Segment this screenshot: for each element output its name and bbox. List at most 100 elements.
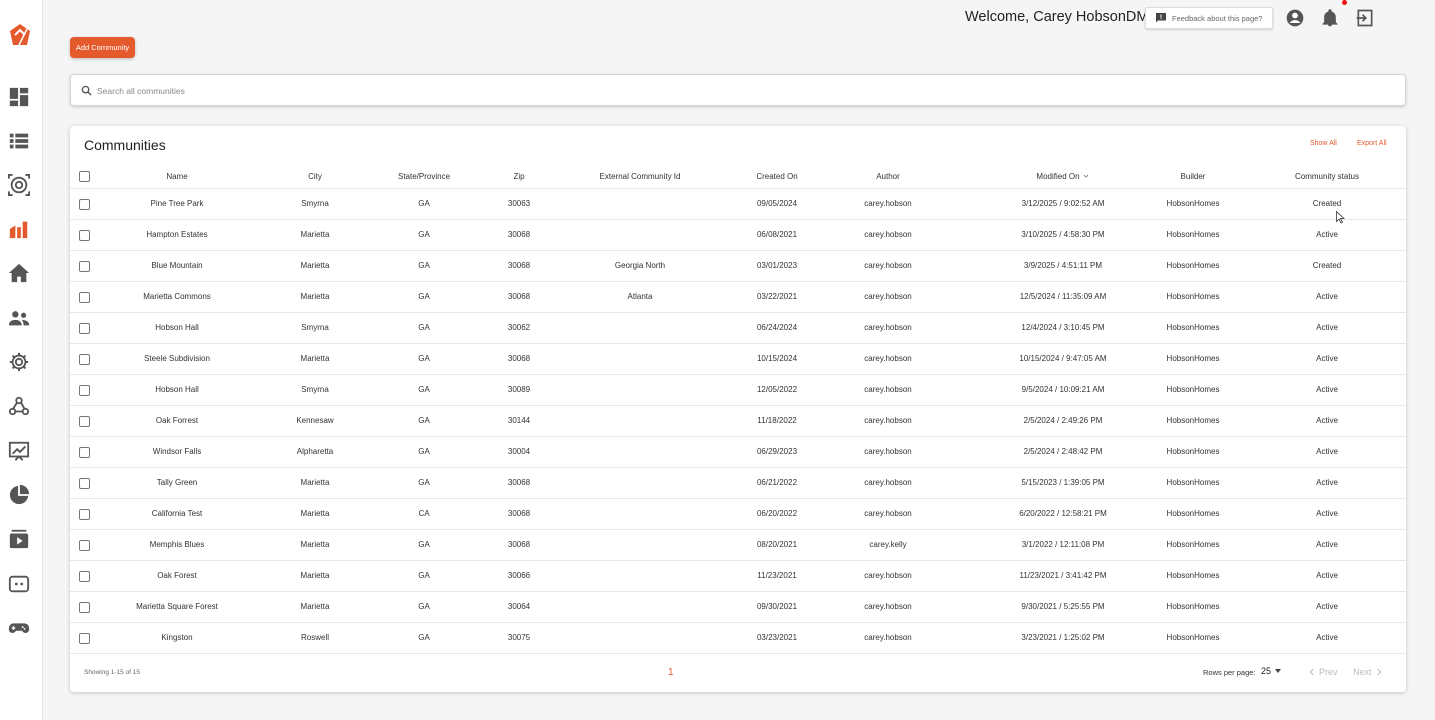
- row-checkbox[interactable]: [79, 633, 90, 644]
- column-header-label: Builder: [1180, 172, 1206, 181]
- row-checkbox[interactable]: [79, 323, 90, 334]
- notification-dot: [1342, 0, 1347, 5]
- table-row[interactable]: Pine Tree Park Smyrna GA 30063 09/05/2024 car…: [70, 188, 1406, 219]
- app-logo-icon[interactable]: [7, 21, 33, 47]
- communities-card: Communities Show All Export All Name City…: [70, 126, 1406, 692]
- row-checkbox[interactable]: [79, 571, 90, 582]
- column-header-zip[interactable]: Zip: [513, 172, 524, 181]
- feedback-button[interactable]: Feedback about this page?: [1145, 7, 1273, 29]
- column-header-status[interactable]: Community status: [1295, 172, 1359, 181]
- row-checkbox[interactable]: [79, 230, 90, 241]
- table-row[interactable]: Oak Forest Marietta GA 30066 11/23/2021 carey…: [70, 560, 1406, 591]
- cell-name: Marietta Commons: [143, 292, 211, 301]
- table-row[interactable]: Marietta Square Forest Marietta GA 30064 09/…: [70, 591, 1406, 622]
- next-page-button[interactable]: Next: [1353, 667, 1383, 677]
- row-checkbox[interactable]: [79, 199, 90, 210]
- cell-name: Hobson Hall: [155, 385, 199, 394]
- bell-icon[interactable]: [1320, 8, 1340, 28]
- column-header-author[interactable]: Author: [876, 172, 900, 181]
- show-all-link[interactable]: Show All: [1310, 140, 1337, 147]
- cell-created-on: 03/23/2021: [756, 633, 798, 642]
- select-all-checkbox[interactable]: [79, 171, 90, 182]
- column-header-modified-on[interactable]: Modified On: [1036, 172, 1089, 181]
- chat-bot-icon[interactable]: [8, 573, 30, 595]
- caret-down-icon: [1275, 669, 1282, 673]
- cell-state: GA: [418, 602, 430, 611]
- chevron-left-icon: [1309, 668, 1314, 676]
- dashboard-icon[interactable]: [8, 86, 30, 108]
- cell-city: Kennesaw: [296, 416, 334, 425]
- cell-created-on: 03/22/2021: [756, 292, 798, 301]
- row-checkbox[interactable]: [79, 540, 90, 551]
- gear-icon[interactable]: [8, 351, 30, 373]
- cell-created-on: 08/20/2021: [756, 540, 798, 549]
- cell-state: GA: [418, 354, 430, 363]
- cell-city: Marietta: [300, 230, 330, 239]
- logout-icon[interactable]: [1355, 8, 1375, 28]
- row-checkbox[interactable]: [79, 261, 90, 272]
- cell-builder: HobsonHomes: [1166, 540, 1220, 549]
- column-header-name[interactable]: Name: [166, 172, 187, 181]
- pie-chart-icon[interactable]: [8, 484, 30, 506]
- welcome-text: Welcome, Carey HobsonDM: [965, 9, 1149, 25]
- table-row[interactable]: Hobson Hall Smyrna GA 30062 06/24/2024 carey.…: [70, 312, 1406, 343]
- cell-state: GA: [418, 385, 430, 394]
- rows-per-page-select[interactable]: 25: [1261, 666, 1282, 676]
- column-header-city[interactable]: City: [308, 172, 322, 181]
- video-library-icon[interactable]: [8, 528, 30, 550]
- prev-page-button[interactable]: Prev: [1308, 667, 1338, 677]
- table-row[interactable]: Blue Mountain Marietta GA 30068 Georgia Nort…: [70, 250, 1406, 281]
- cell-zip: 30068: [507, 230, 531, 239]
- page-number-1[interactable]: 1: [668, 667, 674, 678]
- target-icon[interactable]: [8, 174, 30, 196]
- cell-city: Marietta: [300, 354, 330, 363]
- cell-zip: 30064: [507, 602, 531, 611]
- export-all-link[interactable]: Export All: [1357, 140, 1387, 147]
- cell-author: carey.hobson: [864, 292, 912, 301]
- cell-zip: 30062: [507, 323, 531, 332]
- people-icon[interactable]: [8, 307, 30, 329]
- table-row[interactable]: Tally Green Marietta GA 30068 06/21/2022 care…: [70, 467, 1406, 498]
- row-checkbox[interactable]: [79, 416, 90, 427]
- cell-status: Active: [1316, 509, 1338, 518]
- cell-author: carey.hobson: [864, 571, 912, 580]
- building-chart-icon[interactable]: [8, 218, 30, 240]
- cell-status: Active: [1316, 323, 1338, 332]
- row-checkbox[interactable]: [79, 447, 90, 458]
- table-row[interactable]: Memphis Blues Marietta GA 30068 08/20/2021 ca…: [70, 529, 1406, 560]
- column-header-builder[interactable]: Builder: [1181, 172, 1206, 181]
- sort-desc-icon: [1083, 173, 1090, 180]
- home-icon[interactable]: [8, 262, 30, 284]
- list-icon[interactable]: [8, 130, 30, 152]
- cell-external-id: Atlanta: [627, 292, 653, 301]
- row-checkbox[interactable]: [79, 354, 90, 365]
- table-row[interactable]: Marietta Commons Marietta GA 30068 Atlanta 03…: [70, 281, 1406, 312]
- row-checkbox[interactable]: [79, 509, 90, 520]
- search-input[interactable]: [97, 82, 1387, 100]
- cell-created-on: 12/05/2022: [756, 385, 798, 394]
- cell-state: GA: [418, 199, 430, 208]
- table-row[interactable]: Kingston Roswell GA 30075 03/23/2021 carey.ho…: [70, 622, 1406, 653]
- cell-name: California Test: [151, 509, 203, 518]
- cell-status: Active: [1316, 540, 1338, 549]
- account-circle-icon[interactable]: [1285, 8, 1305, 28]
- cell-author: carey.hobson: [864, 447, 912, 456]
- add-community-button[interactable]: Add Community: [70, 37, 135, 58]
- presentation-chart-icon[interactable]: [8, 440, 30, 462]
- table-row[interactable]: Hobson Hall Smyrna GA 30089 12/05/2022 carey.…: [70, 374, 1406, 405]
- row-checkbox[interactable]: [79, 478, 90, 489]
- column-header-created-on[interactable]: Created On: [756, 172, 797, 181]
- row-checkbox[interactable]: [79, 602, 90, 613]
- table-row[interactable]: California Test Marietta CA 30068 06/20/2022…: [70, 498, 1406, 529]
- column-header-state[interactable]: State/Province: [398, 172, 450, 181]
- table-row[interactable]: Steele Subdivision Marietta GA 30068 10/15/2…: [70, 343, 1406, 374]
- cell-zip: 30068: [507, 540, 531, 549]
- table-row[interactable]: Windsor Falls Alpharetta GA 30004 06/29/2023…: [70, 436, 1406, 467]
- table-row[interactable]: Oak Forrest Kennesaw GA 30144 11/18/2022 care…: [70, 405, 1406, 436]
- row-checkbox[interactable]: [79, 385, 90, 396]
- webhook-icon[interactable]: [8, 395, 30, 417]
- column-header-external-id[interactable]: External Community Id: [600, 172, 681, 181]
- table-row[interactable]: Hampton Estates Marietta GA 30068 06/08/2021…: [70, 219, 1406, 250]
- gamepad-icon[interactable]: [8, 617, 30, 639]
- row-checkbox[interactable]: [79, 292, 90, 303]
